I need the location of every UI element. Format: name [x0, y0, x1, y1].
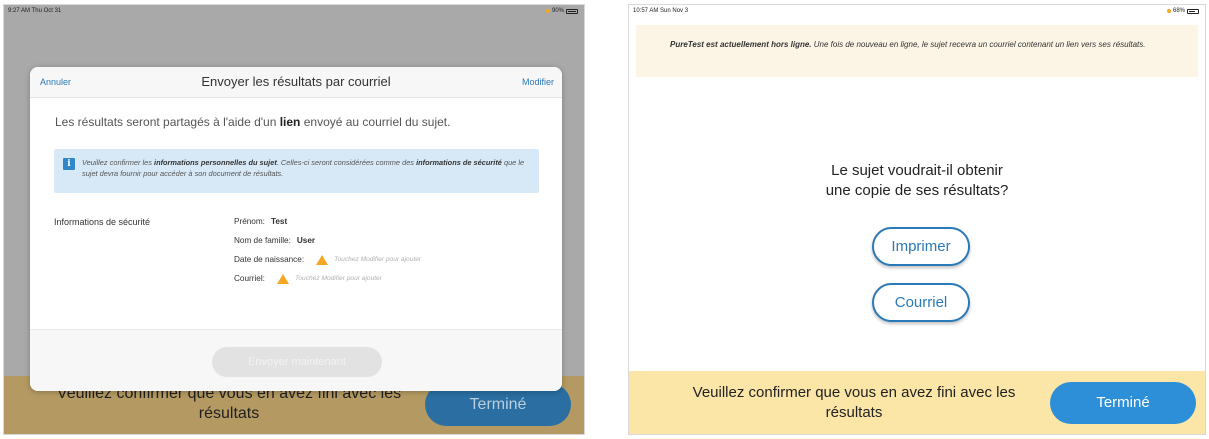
confirm-banner: Veuillez confirmer que vous en avez fini… — [629, 371, 1205, 434]
print-button[interactable]: Imprimer — [872, 227, 970, 266]
email-button[interactable]: Courriel — [872, 283, 970, 322]
right-screen: 10:57 AM Sun Nov 3 68% PureTest est actu… — [628, 4, 1206, 435]
security-info-label: Informations de sécurité — [54, 217, 151, 227]
left-screen: 9:27 AM Thu Oct 31 90% Veuillez confirme… — [3, 4, 585, 435]
email-hint: Touchez Modifier pour ajouter — [294, 275, 382, 282]
send-now-button[interactable]: Envoyer maintenant — [212, 347, 382, 377]
last-name-row: Nom de famille: User — [234, 235, 421, 254]
first-name-label: Prénom: — [234, 217, 265, 226]
offline-text: PureTest est actuellement hors ligne. Un… — [670, 40, 1146, 49]
last-name-label: Nom de famille: — [234, 236, 291, 245]
warning-icon — [316, 255, 329, 265]
security-fields: Prénom: Test Nom de famille: User Date d… — [234, 216, 421, 292]
status-time: 10:57 AM Sun Nov 3 — [633, 8, 689, 14]
battery-icon — [566, 8, 578, 14]
info-icon: i — [63, 158, 75, 170]
status-time: 9:27 AM Thu Oct 31 — [8, 8, 62, 14]
battery-indicator: 68% — [1166, 8, 1199, 14]
warning-icon — [276, 274, 289, 284]
info-box: i Veuillez confirmer les informations pe… — [54, 149, 539, 193]
confirm-message: Veuillez confirmer que vous en avez fini… — [692, 384, 1016, 421]
first-name-value: Test — [270, 217, 288, 226]
status-bar: 9:27 AM Thu Oct 31 90% — [4, 5, 584, 18]
battery-icon — [1187, 8, 1199, 14]
modal-title: Envoyer les résultats par courriel — [201, 74, 391, 89]
done-button[interactable]: Terminé — [1050, 382, 1196, 424]
edit-button[interactable]: Modifier — [522, 77, 554, 87]
email-row: Courriel: Touchez Modifier pour ajouter — [234, 273, 421, 292]
charging-dot-icon — [545, 9, 550, 13]
email-results-modal: Annuler Envoyer les résultats par courri… — [30, 67, 562, 391]
modal-header: Annuler Envoyer les résultats par courri… — [30, 67, 562, 98]
dob-row: Date de naissance: Touchez Modifier pour… — [234, 254, 421, 273]
question-line-2: une copie de ses résultats? — [825, 182, 1009, 199]
charging-dot-icon — [1166, 9, 1171, 13]
status-bar: 10:57 AM Sun Nov 3 68% — [629, 5, 1205, 18]
copy-question: Le sujet voudrait-il obtenir une copie d… — [629, 161, 1205, 201]
email-label: Courriel: — [234, 274, 265, 283]
first-name-row: Prénom: Test — [234, 216, 421, 235]
battery-indicator: 90% — [545, 8, 578, 14]
battery-percent: 68% — [1172, 8, 1185, 14]
intro-link-word: lien — [279, 115, 301, 129]
dob-label: Date de naissance: — [234, 255, 305, 264]
dob-hint: Touchez Modifier pour ajouter — [334, 256, 422, 263]
battery-percent: 90% — [551, 8, 564, 14]
question-line-1: Le sujet voudrait-il obtenir — [831, 162, 1003, 179]
offline-notice: PureTest est actuellement hors ligne. Un… — [636, 25, 1198, 77]
modal-footer: Envoyer maintenant — [30, 329, 562, 391]
intro-text: Les résultats seront partagés à l'aide d… — [55, 115, 451, 129]
info-text: Veuillez confirmer les informations pers… — [82, 158, 525, 178]
last-name-value: User — [296, 236, 316, 245]
